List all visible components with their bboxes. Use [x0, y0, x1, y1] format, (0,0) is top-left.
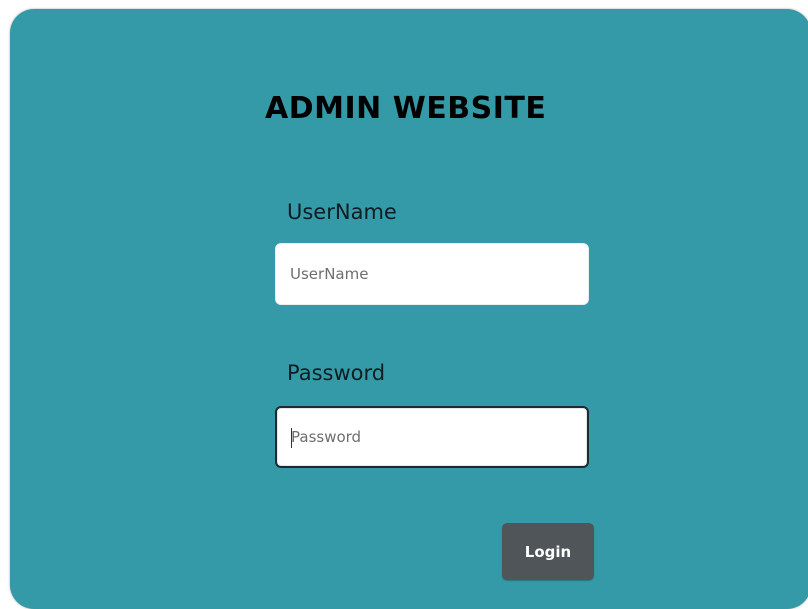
login-panel: ADMIN WEBSITE UserName Password Login — [10, 9, 808, 609]
password-input[interactable] — [275, 406, 589, 468]
login-button[interactable]: Login — [502, 523, 594, 580]
page-title: ADMIN WEBSITE — [265, 91, 547, 126]
password-label: Password — [287, 361, 386, 385]
text-cursor — [291, 428, 292, 448]
username-label: UserName — [287, 200, 397, 224]
username-input[interactable] — [275, 243, 589, 305]
